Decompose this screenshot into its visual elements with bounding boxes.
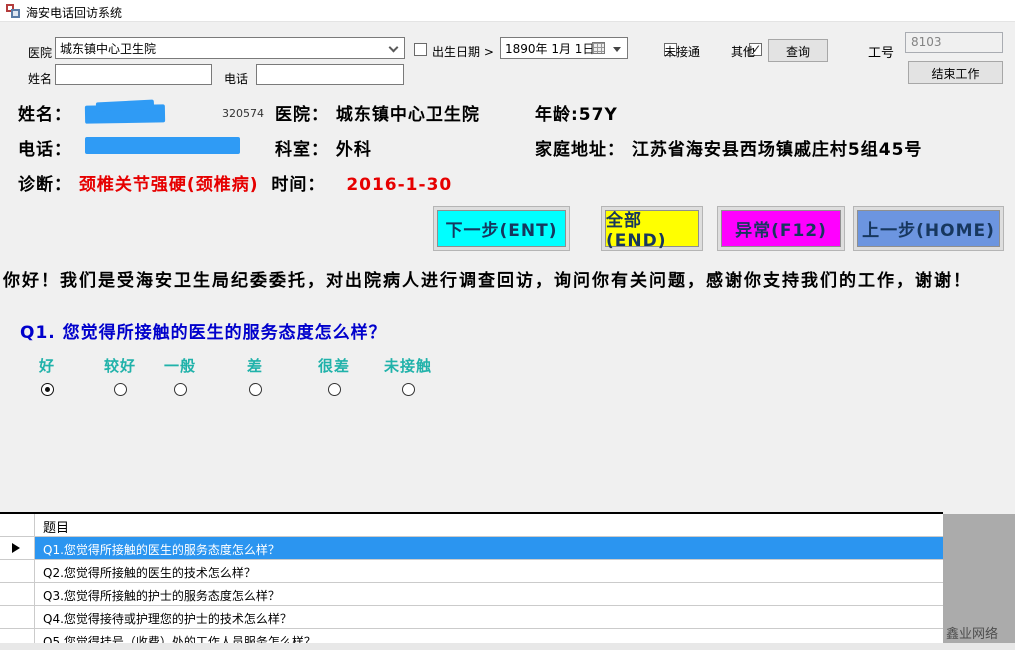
question-title: Q1. 您觉得所接触的医生的服务态度怎么样？ xyxy=(20,318,387,343)
option-5: 很差 xyxy=(294,355,374,396)
patient-phone-redaction xyxy=(85,137,240,154)
grid-row-selector[interactable] xyxy=(0,606,35,628)
patient-name-label: 姓名： xyxy=(18,100,72,125)
option-1: 好 xyxy=(7,355,87,396)
hospital-label: 医院 xyxy=(28,44,52,61)
action-button-3[interactable]: 异常(F12) xyxy=(721,210,841,247)
time-label: 时间： xyxy=(271,175,325,195)
diagnosis-value: 颈椎关节强硬(颈椎病) xyxy=(79,175,259,195)
search-phone-label: 电话 xyxy=(224,70,248,87)
option-label: 很差 xyxy=(294,355,374,376)
grid-row-1[interactable]: Q1.您觉得所接触的医生的服务态度怎么样？ xyxy=(0,537,943,560)
window-bottom-edge xyxy=(0,643,1015,650)
diagnosis-label: 诊断： xyxy=(18,175,72,195)
calendar-icon xyxy=(592,42,605,54)
date-picker[interactable]: 1890年 1月 1日 xyxy=(500,37,628,59)
app-icon xyxy=(6,4,21,19)
window-title: 海安电话回访系统 xyxy=(26,4,122,21)
grid-row-question[interactable]: Q2.您觉得所接触的医生的技术怎么样？ xyxy=(35,560,943,582)
grid-side-panel: 鑫业网络 xyxy=(943,514,1015,643)
date-picker-value: 1890年 1月 1日 xyxy=(505,42,594,56)
patient-record-number: 320574 xyxy=(222,107,264,120)
grid-row-selector[interactable] xyxy=(0,537,35,559)
option-radio[interactable] xyxy=(402,383,415,396)
worker-id-label: 工号 xyxy=(868,42,894,61)
option-label: 好 xyxy=(7,355,87,376)
patient-hospital-label: 医院： xyxy=(275,105,329,125)
grid-row-4[interactable]: Q4.您觉得接待或护理您的护士的技术怎么样？ xyxy=(0,606,943,629)
grid-row-question[interactable]: Q4.您觉得接待或护理您的护士的技术怎么样？ xyxy=(35,606,943,628)
greeting-text: 你好！我们是受海安卫生局纪委委托，对出院病人进行调查回访，询问你有关问题，感谢你… xyxy=(3,266,972,291)
grid-row-3[interactable]: Q3.您觉得所接触的护士的服务态度怎么样？ xyxy=(0,583,943,606)
action-button-frame: 下一步(ENT) xyxy=(433,206,570,251)
grid-row-selector[interactable] xyxy=(0,629,35,643)
end-work-button[interactable]: 结束工作 xyxy=(908,61,1003,84)
grid-header-row: 题目 xyxy=(0,514,943,537)
grid-header-title: 题目 xyxy=(35,514,943,536)
action-button-2[interactable]: 全部(END) xyxy=(605,210,699,247)
date-dropdown-arrow-icon[interactable] xyxy=(613,47,621,52)
grid-row-question[interactable]: Q1.您觉得所接触的医生的服务态度怎么样？ xyxy=(35,537,943,559)
question-grid: 题目 Q1.您觉得所接触的医生的服务态度怎么样？Q2.您觉得所接触的医生的技术怎… xyxy=(0,512,943,643)
option-label: 一般 xyxy=(140,355,220,376)
patient-hospital-value: 城东镇中心卫生院 xyxy=(336,105,480,125)
query-button[interactable]: 查询 xyxy=(768,39,828,62)
worker-id-field: 8103 xyxy=(905,32,1003,53)
patient-dept-line: 科室： 外科 xyxy=(275,135,372,160)
option-4: 差 xyxy=(215,355,295,396)
time-value: 2016-1-30 xyxy=(346,175,452,195)
current-row-arrow-icon xyxy=(12,543,20,553)
grid-row-2[interactable]: Q2.您觉得所接触的医生的技术怎么样？ xyxy=(0,560,943,583)
option-radio[interactable] xyxy=(328,383,341,396)
grid-row-question[interactable]: Q5.您觉得挂号（收费）处的工作人员服务怎么样？ xyxy=(35,629,943,643)
grid-row-selector[interactable] xyxy=(0,560,35,582)
action-button-row: 下一步(ENT) 全部(END) 异常(F12) 上一步(HOME) xyxy=(0,206,1015,253)
option-radio[interactable] xyxy=(41,383,54,396)
title-bar: 海安电话回访系统 xyxy=(0,0,1015,22)
patient-address-label: 家庭地址： xyxy=(535,140,625,160)
option-radio[interactable] xyxy=(114,383,127,396)
patient-dept-value: 外科 xyxy=(336,140,372,160)
patient-address-line: 家庭地址： 江苏省海安县西场镇戚庄村5组45号 xyxy=(535,135,922,160)
search-name-input[interactable] xyxy=(55,64,212,85)
option-6: 未接触 xyxy=(368,355,448,396)
patient-hospital-line: 医院： 城东镇中心卫生院 xyxy=(275,100,480,125)
grid-row-selector[interactable] xyxy=(0,583,35,605)
grid-row-question[interactable]: Q3.您觉得所接触的护士的服务态度怎么样？ xyxy=(35,583,943,605)
birthdate-label: 出生日期 > xyxy=(432,43,494,60)
action-button-frame: 全部(END) xyxy=(601,206,703,251)
hospital-select[interactable]: 城东镇中心卫生院 xyxy=(55,37,405,59)
grid-row-5[interactable]: Q5.您觉得挂号（收费）处的工作人员服务怎么样？ xyxy=(0,629,943,643)
chevron-down-icon xyxy=(389,43,399,53)
option-label: 差 xyxy=(215,355,295,376)
patient-dept-label: 科室： xyxy=(275,140,329,160)
action-button-frame: 异常(F12) xyxy=(717,206,845,251)
option-3: 一般 xyxy=(140,355,220,396)
action-button-4[interactable]: 上一步(HOME) xyxy=(857,210,1000,247)
action-button-1[interactable]: 下一步(ENT) xyxy=(437,210,566,247)
option-label: 未接触 xyxy=(368,355,448,376)
action-button-frame: 上一步(HOME) xyxy=(853,206,1004,251)
vendor-watermark: 鑫业网络 xyxy=(946,623,998,642)
radio-dot-icon xyxy=(45,387,50,392)
option-radio[interactable] xyxy=(249,383,262,396)
search-name-label: 姓名 xyxy=(28,70,52,87)
patient-phone-label: 电话： xyxy=(18,135,72,160)
options-row: 好较好一般差很差未接触 xyxy=(0,355,520,400)
search-phone-input[interactable] xyxy=(256,64,404,85)
patient-address-value: 江苏省海安县西场镇戚庄村5组45号 xyxy=(632,140,923,160)
birthdate-checkbox[interactable] xyxy=(414,43,427,56)
other-label: 其他 xyxy=(731,43,755,60)
grid-selector-header xyxy=(0,514,35,536)
patient-age: 年龄:57Y xyxy=(535,100,618,125)
not-connected-label: 未接通 xyxy=(664,43,700,60)
option-radio[interactable] xyxy=(174,383,187,396)
hospital-select-value: 城东镇中心卫生院 xyxy=(60,42,156,56)
diagnosis-line: 诊断： 颈椎关节强硬(颈椎病) 时间： 2016-1-30 xyxy=(18,170,452,195)
